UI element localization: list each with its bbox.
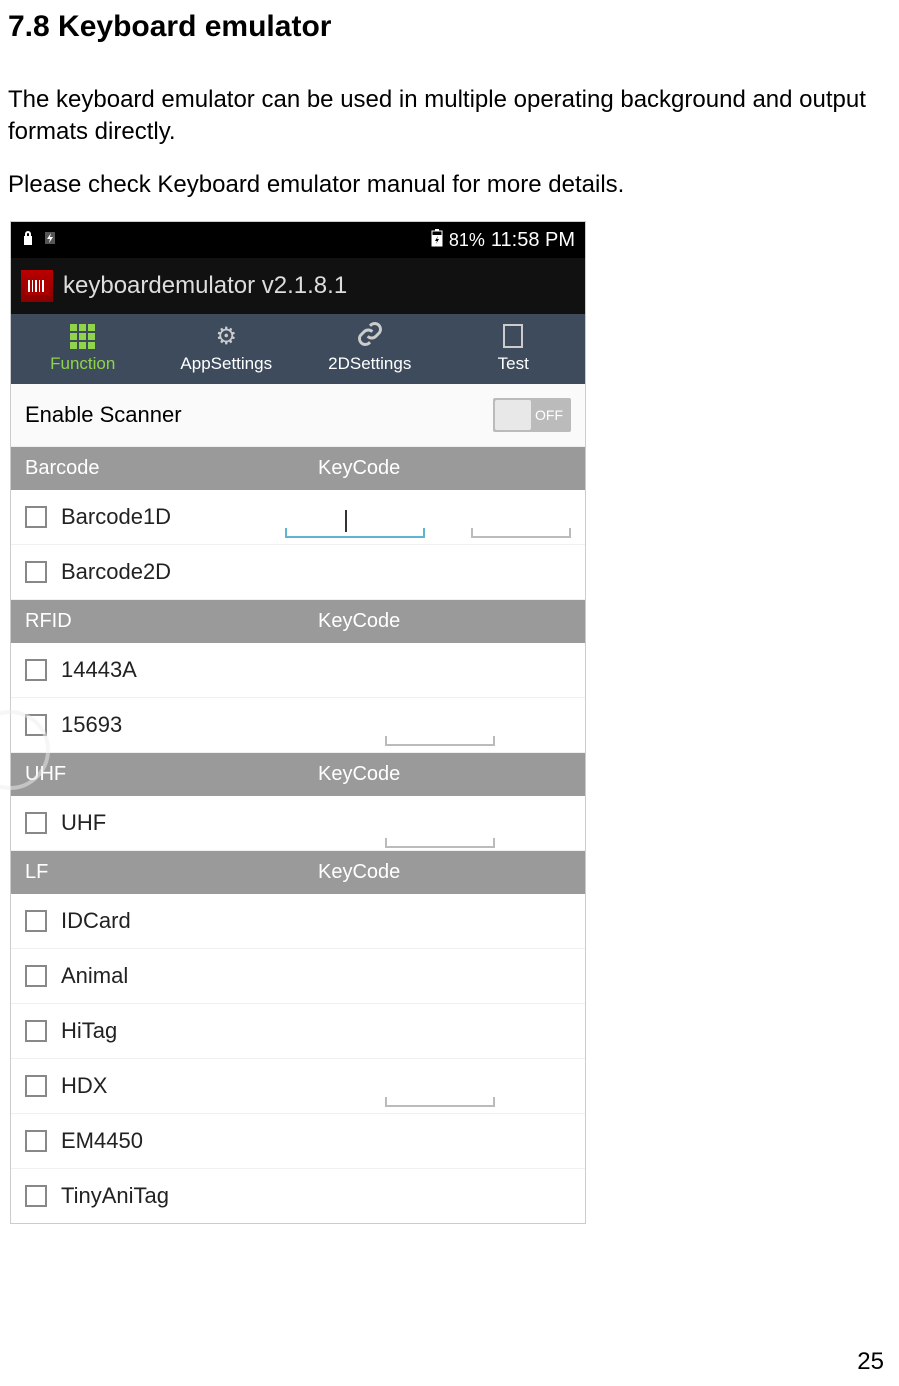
app-icon <box>21 270 53 302</box>
doc-paragraph-2: Please check Keyboard emulator manual fo… <box>8 169 891 201</box>
item-uhf[interactable]: UHF <box>11 796 585 851</box>
item-label: IDCard <box>61 908 131 934</box>
item-label: EM4450 <box>61 1128 143 1154</box>
checkbox[interactable] <box>25 1075 47 1097</box>
tab-label: AppSettings <box>180 354 272 373</box>
tab-label: Test <box>498 354 529 373</box>
item-15693[interactable]: 15693 <box>11 698 585 753</box>
tab-function[interactable]: Function <box>11 314 155 384</box>
tab-label: 2DSettings <box>328 354 411 373</box>
item-em4450[interactable]: EM4450 <box>11 1114 585 1169</box>
section-keycode-label: KeyCode <box>278 861 571 884</box>
page-number: 25 <box>857 1348 884 1376</box>
item-idcard[interactable]: IDCard <box>11 894 585 949</box>
checkbox[interactable] <box>25 1020 47 1042</box>
checkbox[interactable] <box>25 1130 47 1152</box>
section-keycode-label: KeyCode <box>278 763 571 786</box>
item-barcode2d[interactable]: Barcode2D <box>11 545 585 600</box>
item-barcode1d[interactable]: Barcode1D <box>11 490 585 545</box>
section-title: LF <box>25 861 278 884</box>
item-hdx[interactable]: HDX <box>11 1059 585 1114</box>
item-label: UHF <box>61 810 106 836</box>
checkbox[interactable] <box>25 659 47 681</box>
item-label: HDX <box>61 1073 107 1099</box>
checkbox[interactable] <box>25 1185 47 1207</box>
enable-scanner-toggle[interactable]: OFF <box>493 398 571 432</box>
section-barcode-header: Barcode KeyCode <box>11 447 585 490</box>
section-title: UHF <box>25 763 278 786</box>
app-screenshot: 81% 11:58 PM keyboardemulator v2.1.8.1 F… <box>10 221 586 1224</box>
tabs: Function ⚙ AppSettings 2DSettings Test <box>11 314 585 384</box>
item-label: 14443A <box>61 657 137 683</box>
document-icon <box>503 324 523 348</box>
item-label: Barcode1D <box>61 504 171 530</box>
tab-2dsettings[interactable]: 2DSettings <box>298 314 442 384</box>
section-rfid-header: RFID KeyCode <box>11 600 585 643</box>
item-label: Barcode2D <box>61 559 171 585</box>
app-title: keyboardemulator v2.1.8.1 <box>63 272 347 300</box>
section-keycode-label: KeyCode <box>278 610 571 633</box>
battery-percent: 81% <box>449 230 485 251</box>
bolt-icon <box>43 230 57 251</box>
page-heading: 7.8 Keyboard emulator <box>8 10 899 44</box>
toggle-state: OFF <box>535 407 563 423</box>
section-title: RFID <box>25 610 278 633</box>
checkbox[interactable] <box>25 506 47 528</box>
section-keycode-label: KeyCode <box>278 457 571 480</box>
checkbox[interactable] <box>25 965 47 987</box>
keycode-input[interactable] <box>385 828 495 848</box>
section-title: Barcode <box>25 457 278 480</box>
tab-appsettings[interactable]: ⚙ AppSettings <box>155 314 299 384</box>
grid-icon <box>70 324 95 349</box>
item-animal[interactable]: Animal <box>11 949 585 1004</box>
gear-icon: ⚙ <box>215 322 237 351</box>
checkbox[interactable] <box>25 910 47 932</box>
keycode-input[interactable] <box>285 518 425 538</box>
tab-test[interactable]: Test <box>442 314 586 384</box>
item-tinyanitag[interactable]: TinyAniTag <box>11 1169 585 1223</box>
keycode-input[interactable] <box>385 1087 495 1107</box>
item-label: Animal <box>61 963 128 989</box>
keycode-input-2[interactable] <box>471 518 571 538</box>
battery-charge-icon <box>431 229 443 252</box>
item-hitag[interactable]: HiTag <box>11 1004 585 1059</box>
lock-icon <box>21 230 35 251</box>
app-header: keyboardemulator v2.1.8.1 <box>11 258 585 314</box>
item-label: HiTag <box>61 1018 117 1044</box>
status-time: 11:58 PM <box>491 229 575 252</box>
link-icon <box>356 320 384 353</box>
item-label: 15693 <box>61 712 122 738</box>
tab-label: Function <box>50 354 115 373</box>
enable-scanner-row: Enable Scanner OFF <box>11 384 585 447</box>
doc-paragraph-1: The keyboard emulator can be used in mul… <box>8 84 891 149</box>
item-label: TinyAniTag <box>61 1183 169 1209</box>
item-14443a[interactable]: 14443A <box>11 643 585 698</box>
enable-scanner-label: Enable Scanner <box>25 402 182 428</box>
status-bar: 81% 11:58 PM <box>11 222 585 258</box>
section-uhf-header: UHF KeyCode <box>11 753 585 796</box>
checkbox[interactable] <box>25 561 47 583</box>
keycode-input[interactable] <box>385 726 495 746</box>
checkbox[interactable] <box>25 812 47 834</box>
section-lf-header: LF KeyCode <box>11 851 585 894</box>
